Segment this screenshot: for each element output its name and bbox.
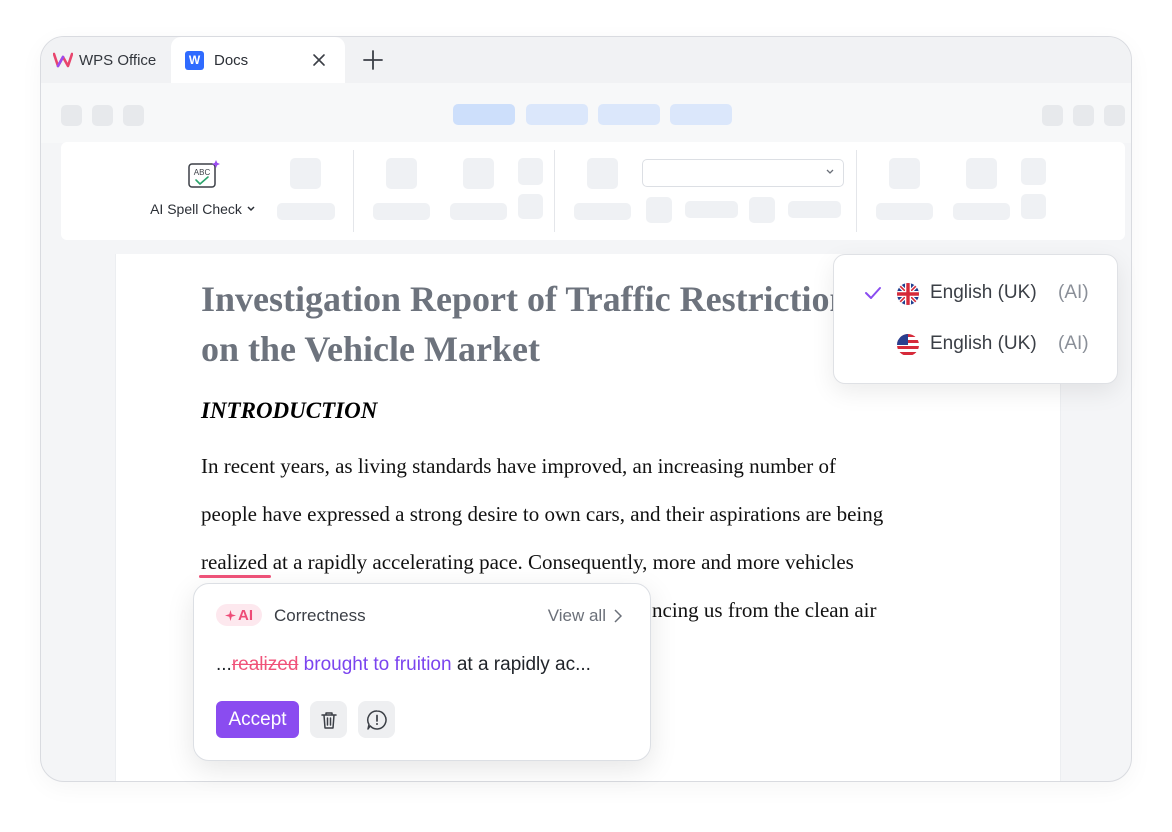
tool-placeholder[interactable] <box>518 158 543 185</box>
chevron-down-icon <box>247 206 255 212</box>
tool-placeholder[interactable] <box>373 203 430 220</box>
feedback-button[interactable] <box>358 701 395 738</box>
tool-placeholder[interactable] <box>953 203 1010 220</box>
suggestion-original: realized <box>231 654 299 675</box>
quick-access-placeholder[interactable] <box>92 105 113 126</box>
ai-badge: AI <box>216 604 262 626</box>
suggestion-text: ...realized brought to fruition at a rap… <box>216 654 591 676</box>
tool-placeholder[interactable] <box>1021 194 1046 219</box>
ai-spell-check-button[interactable]: ABC AI Spell Check <box>143 160 263 217</box>
tool-placeholder[interactable] <box>685 201 738 218</box>
us-flag-icon <box>897 334 919 356</box>
trash-icon <box>320 711 337 729</box>
chevron-right-icon <box>614 609 622 623</box>
tool-placeholder[interactable] <box>386 158 417 189</box>
language-ai-tag: (AI) <box>1058 333 1089 354</box>
language-option-us[interactable]: English (UK) (AI) <box>834 325 1117 365</box>
tool-placeholder[interactable] <box>574 203 631 220</box>
tool-placeholder[interactable] <box>450 203 507 220</box>
suggestion-replacement[interactable]: brought to fruition <box>304 654 452 675</box>
quick-access-bar <box>41 83 1131 143</box>
language-name: English (UK) <box>930 282 1037 303</box>
ai-spell-check-label: AI Spell Check <box>150 201 242 217</box>
section-heading: INTRODUCTION <box>201 398 378 423</box>
tool-placeholder[interactable] <box>1021 158 1046 185</box>
flagged-word[interactable]: realized <box>201 550 267 574</box>
tool-placeholder[interactable] <box>889 158 920 189</box>
suggestion-card: AI Correctness View all ...realized brou… <box>193 583 651 761</box>
ribbon-tab-placeholder[interactable] <box>598 104 660 125</box>
tool-placeholder[interactable] <box>463 158 494 189</box>
tool-placeholder[interactable] <box>966 158 997 189</box>
suggestion-suffix: at a rapidly ac... <box>451 654 591 675</box>
paragraph-line: realized at a rapidly accelerating pace.… <box>201 538 931 586</box>
language-name: English (UK) <box>930 333 1037 354</box>
dropdown-select[interactable] <box>642 159 844 187</box>
ribbon-separator <box>856 150 857 232</box>
close-icon[interactable] <box>309 50 329 70</box>
language-menu: English (UK) (AI) English (UK) (AI) <box>833 254 1118 384</box>
ribbon-separator <box>353 150 354 232</box>
ribbon-tab-placeholder-active[interactable] <box>453 104 515 125</box>
paragraph-line-partial: ncing us from the clean air <box>652 598 877 622</box>
spell-check-icon: ABC <box>188 160 220 188</box>
title-line-1: Investigation Report of Traffic Restrict… <box>201 279 850 319</box>
delete-button[interactable] <box>310 701 347 738</box>
suggestion-category: Correctness <box>274 606 366 625</box>
tab-bar: WPS Office W Docs <box>41 37 1131 83</box>
tab-wps-label: WPS Office <box>79 51 157 69</box>
language-option-uk[interactable]: English (UK) (AI) <box>834 274 1117 314</box>
quick-access-placeholder[interactable] <box>123 105 144 126</box>
paragraph-line-rest: at a rapidly accelerating pace. Conseque… <box>267 550 854 574</box>
language-ai-tag: (AI) <box>1058 282 1089 303</box>
sparkle-icon <box>225 609 236 621</box>
docs-icon: W <box>185 50 204 70</box>
ribbon-separator <box>554 150 555 232</box>
uk-flag-icon <box>897 283 919 305</box>
tool-placeholder[interactable] <box>646 197 672 223</box>
suggestion-prefix: ... <box>216 654 232 675</box>
title-line-2: on the Vehicle Market <box>201 329 540 369</box>
tool-placeholder[interactable] <box>290 158 321 189</box>
view-all-label: View all <box>547 606 606 625</box>
spell-icon-text: ABC <box>194 168 211 177</box>
checkmark-icon <box>865 287 881 299</box>
view-all-link[interactable]: View all <box>548 606 622 626</box>
chevron-down-icon <box>826 169 834 174</box>
new-tab-plus-icon[interactable] <box>361 48 385 72</box>
tool-placeholder[interactable] <box>277 203 335 220</box>
tool-placeholder[interactable] <box>587 158 618 189</box>
window-control-placeholder[interactable] <box>1073 105 1094 126</box>
document-title: Investigation Report of Traffic Restrict… <box>201 274 881 374</box>
feedback-icon <box>366 709 387 730</box>
tool-placeholder[interactable] <box>749 197 775 223</box>
tool-placeholder[interactable] <box>788 201 841 218</box>
window-control-placeholder[interactable] <box>1104 105 1125 126</box>
paragraph-line: people have expressed a strong desire to… <box>201 502 884 526</box>
ai-badge-label: AI <box>238 606 253 624</box>
paragraph-line: In recent years, as living standards hav… <box>201 454 837 478</box>
tool-placeholder[interactable] <box>518 194 543 219</box>
tab-docs-label: Docs <box>214 51 249 69</box>
quick-access-placeholder[interactable] <box>61 105 82 126</box>
wps-logo-icon <box>53 52 73 68</box>
window-control-placeholder[interactable] <box>1042 105 1063 126</box>
tool-placeholder[interactable] <box>876 203 933 220</box>
ribbon-tab-placeholder[interactable] <box>526 104 588 125</box>
ribbon-toolbar: ABC AI Spell Check <box>61 142 1125 240</box>
accept-button[interactable]: Accept <box>216 701 299 738</box>
ribbon-tab-placeholder[interactable] <box>670 104 732 125</box>
tab-docs[interactable]: W Docs <box>171 37 345 83</box>
tab-wps-office[interactable]: WPS Office <box>53 47 156 73</box>
